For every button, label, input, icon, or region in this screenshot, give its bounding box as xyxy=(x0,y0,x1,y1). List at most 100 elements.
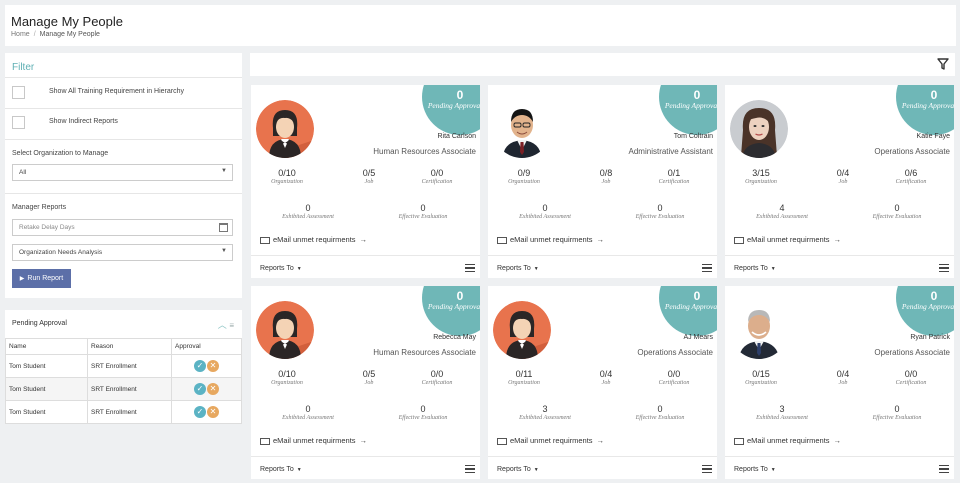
effective-evaluation-stat[interactable]: 0 Effective Evaluation xyxy=(378,404,468,421)
job-stat[interactable]: 0/5 Job xyxy=(349,168,389,185)
pending-approval-badge[interactable]: 0 Pending Approval xyxy=(659,286,717,336)
breadcrumb-home[interactable]: Home xyxy=(11,31,30,38)
organization-stat[interactable]: 3/15 Organization xyxy=(733,168,789,185)
report-select-value: Organization Needs Analysis xyxy=(19,249,103,256)
certification-stat[interactable]: 0/6 Certification xyxy=(881,168,941,185)
exhibited-assessment-stat[interactable]: 3 Exhibited Assessment xyxy=(737,404,827,421)
reports-to-dropdown[interactable]: Reports To ▼ xyxy=(734,265,776,272)
email-unmet-link[interactable]: eMail unmet requirments → xyxy=(734,235,841,244)
arrow-right-icon: → xyxy=(833,235,842,244)
approve-icon[interactable]: ✓ xyxy=(194,360,206,372)
reports-to-dropdown[interactable]: Reports To ▼ xyxy=(497,265,539,272)
manager-reports-label: Manager Reports xyxy=(12,204,67,211)
job-stat[interactable]: 0/8 Job xyxy=(586,168,626,185)
approve-icon[interactable]: ✓ xyxy=(194,406,206,418)
email-unmet-link[interactable]: eMail unmet requirments → xyxy=(260,436,367,445)
email-unmet-link[interactable]: eMail unmet requirments → xyxy=(734,436,841,445)
hamburger-menu-icon[interactable] xyxy=(939,465,949,473)
organization-label: Organization xyxy=(745,380,777,386)
show-indirect-checkbox[interactable] xyxy=(12,116,25,129)
envelope-icon xyxy=(497,236,507,244)
exhibited-assessment-stat[interactable]: 0 Exhibited Assessment xyxy=(263,404,353,421)
effective-evaluation-stat[interactable]: 0 Effective Evaluation xyxy=(378,203,468,220)
hamburger-menu-icon[interactable] xyxy=(702,465,712,473)
pending-approval-badge[interactable]: 0 Pending Approval xyxy=(896,286,954,336)
person-role: Human Resources Associate xyxy=(373,348,476,357)
exhibited-assessment-stat[interactable]: 0 Exhibited Assessment xyxy=(263,203,353,220)
person-name[interactable]: AJ Mears xyxy=(683,334,713,341)
hamburger-menu-icon[interactable] xyxy=(465,264,475,272)
email-unmet-link[interactable]: eMail unmet requirments → xyxy=(497,436,604,445)
organization-stat[interactable]: 0/10 Organization xyxy=(259,369,315,386)
caret-down-icon: ▼ xyxy=(533,467,539,473)
reports-to-dropdown[interactable]: Reports To ▼ xyxy=(734,466,776,473)
certification-stat[interactable]: 0/1 Certification xyxy=(644,168,704,185)
filter-funnel-icon[interactable] xyxy=(937,58,949,70)
effective-evaluation-stat[interactable]: 0 Effective Evaluation xyxy=(852,203,942,220)
exhibited-assessment-stat[interactable]: 0 Exhibited Assessment xyxy=(500,203,590,220)
pending-approval-label: Pending Approval xyxy=(901,101,954,110)
effective-evaluation-label: Effective Evaluation xyxy=(872,214,922,220)
job-stat[interactable]: 0/5 Job xyxy=(349,369,389,386)
divider xyxy=(725,255,954,256)
organization-stat[interactable]: 0/10 Organization xyxy=(259,168,315,185)
effective-evaluation-stat[interactable]: 0 Effective Evaluation xyxy=(852,404,942,421)
org-select[interactable]: All ▼ xyxy=(12,164,233,181)
envelope-icon xyxy=(734,437,744,445)
show-indirect-row: Show Indirect Reports xyxy=(12,116,237,130)
hamburger-menu-icon[interactable] xyxy=(702,264,712,272)
collapse-icon[interactable]: ︿ xyxy=(218,320,227,330)
email-unmet-label: eMail unmet requirments xyxy=(747,235,830,244)
organization-label: Organization xyxy=(508,380,540,386)
certification-stat[interactable]: 0/0 Certification xyxy=(407,168,467,185)
hamburger-menu-icon[interactable] xyxy=(939,264,949,272)
organization-stat[interactable]: 0/11 Organization xyxy=(496,369,552,386)
reject-icon[interactable]: ✕ xyxy=(207,383,219,395)
certification-stat[interactable]: 0/0 Certification xyxy=(881,369,941,386)
run-report-label: Run Report xyxy=(27,275,64,282)
job-value: 0/4 xyxy=(836,168,850,178)
pending-approval-badge[interactable]: 0 Pending Approval xyxy=(659,85,717,135)
arrow-right-icon: → xyxy=(359,436,368,445)
person-role: Administrative Assistant xyxy=(628,147,713,156)
effective-evaluation-stat[interactable]: 0 Effective Evaluation xyxy=(615,404,705,421)
email-unmet-label: eMail unmet requirments xyxy=(510,235,593,244)
column-header-reason: Reason xyxy=(87,338,172,355)
reports-to-dropdown[interactable]: Reports To ▼ xyxy=(260,265,302,272)
run-report-button[interactable]: ▶ Run Report xyxy=(12,269,71,288)
organization-stat[interactable]: 0/9 Organization xyxy=(496,168,552,185)
calendar-icon[interactable] xyxy=(219,223,228,232)
show-all-training-checkbox[interactable] xyxy=(12,86,25,99)
reject-icon[interactable]: ✕ xyxy=(207,360,219,372)
organization-stat[interactable]: 0/15 Organization xyxy=(733,369,789,386)
exhibited-assessment-stat[interactable]: 4 Exhibited Assessment xyxy=(737,203,827,220)
job-stat[interactable]: 0/4 Job xyxy=(823,369,863,386)
hamburger-menu-icon[interactable] xyxy=(465,465,475,473)
pending-approval-badge[interactable]: 0 Pending Approval xyxy=(422,286,480,336)
person-name[interactable]: Rita Carlson xyxy=(437,133,476,140)
reports-to-dropdown[interactable]: Reports To ▼ xyxy=(260,466,302,473)
certification-stat[interactable]: 0/0 Certification xyxy=(407,369,467,386)
person-name[interactable]: Tom Coltrain xyxy=(674,133,713,140)
report-select[interactable]: Organization Needs Analysis ▼ xyxy=(12,244,233,261)
approve-icon[interactable]: ✓ xyxy=(194,383,206,395)
certification-stat[interactable]: 0/0 Certification xyxy=(644,369,704,386)
person-name[interactable]: Ryan Patrick xyxy=(910,334,950,341)
job-stat[interactable]: 0/4 Job xyxy=(586,369,626,386)
effective-evaluation-stat[interactable]: 0 Effective Evaluation xyxy=(615,203,705,220)
pending-approval-badge[interactable]: 0 Pending Approval xyxy=(896,85,954,135)
filter-title: Filter xyxy=(12,62,35,73)
person-name[interactable]: Rebecca May xyxy=(433,334,476,341)
job-stat[interactable]: 0/4 Job xyxy=(823,168,863,185)
person-name[interactable]: Katie Faye xyxy=(917,133,950,140)
reject-icon[interactable]: ✕ xyxy=(207,406,219,418)
arrow-right-icon: → xyxy=(833,436,842,445)
pending-approval-badge[interactable]: 0 Pending Approval xyxy=(422,85,480,135)
panel-menu-icon[interactable]: ≡ xyxy=(229,321,234,330)
pending-count: 0 xyxy=(930,88,938,102)
reports-to-dropdown[interactable]: Reports To ▼ xyxy=(497,466,539,473)
retake-delay-input[interactable]: Retake Delay Days xyxy=(12,219,233,236)
email-unmet-link[interactable]: eMail unmet requirments → xyxy=(497,235,604,244)
email-unmet-link[interactable]: eMail unmet requirments → xyxy=(260,235,367,244)
exhibited-assessment-stat[interactable]: 3 Exhibited Assessment xyxy=(500,404,590,421)
